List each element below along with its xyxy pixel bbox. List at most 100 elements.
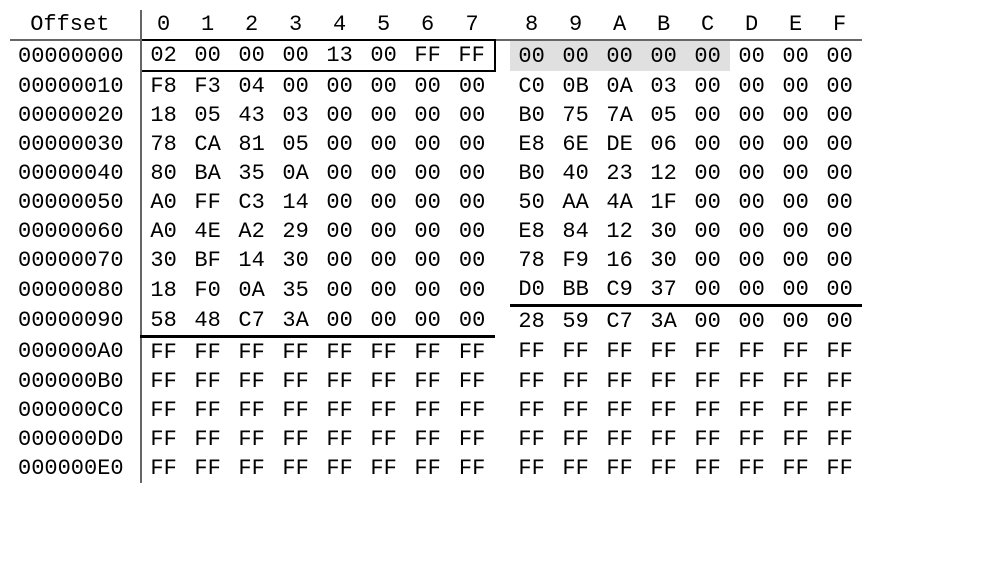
offset-value: 00000090 — [10, 306, 141, 337]
hex-byte: FF — [510, 425, 554, 454]
hex-byte: 00 — [362, 130, 406, 159]
hex-byte: F9 — [554, 246, 598, 275]
table-row: 000000A0FFFFFFFFFFFFFFFFFFFFFFFFFFFFFFFF — [10, 336, 862, 367]
hex-byte: FF — [186, 425, 230, 454]
hex-byte: FF — [774, 336, 818, 367]
hex-byte: 29 — [274, 217, 318, 246]
hex-byte: FF — [362, 396, 406, 425]
hex-byte: FF — [274, 367, 318, 396]
hex-byte: FF — [186, 336, 230, 367]
hex-byte: 06 — [642, 130, 686, 159]
hex-byte: AA — [554, 188, 598, 217]
hex-byte: FF — [818, 367, 862, 396]
hex-byte: FF — [230, 336, 274, 367]
hex-byte: FF — [230, 396, 274, 425]
hex-byte: FF — [554, 336, 598, 367]
hex-byte: 0A — [274, 159, 318, 188]
hex-byte: 00 — [818, 275, 862, 306]
hex-byte: 50 — [510, 188, 554, 217]
hex-byte: 0A — [598, 71, 642, 101]
offset-value: 000000C0 — [10, 396, 141, 425]
hex-byte: 00 — [686, 188, 730, 217]
hex-byte: 00 — [450, 130, 495, 159]
hex-byte: FF — [554, 425, 598, 454]
hex-byte: 3A — [274, 306, 318, 337]
hex-byte: FF — [186, 396, 230, 425]
hex-byte: 00 — [318, 188, 362, 217]
table-row: 0000004080BA350A00000000B040231200000000 — [10, 159, 862, 188]
col-header: 0 — [141, 10, 186, 40]
hex-byte: FF — [510, 396, 554, 425]
hex-byte: FF — [730, 396, 774, 425]
hex-byte: FF — [230, 425, 274, 454]
hex-byte: 00 — [318, 246, 362, 275]
gap — [495, 367, 510, 396]
table-row: 000000905848C73A000000002859C73A00000000 — [10, 306, 862, 337]
table-row: 000000B0FFFFFFFFFFFFFFFFFFFFFFFFFFFFFFFF — [10, 367, 862, 396]
hex-byte: 00 — [818, 217, 862, 246]
hex-byte: 4E — [186, 217, 230, 246]
hex-byte: 0B — [554, 71, 598, 101]
hex-byte: 00 — [406, 246, 450, 275]
col-header: 4 — [318, 10, 362, 40]
hex-byte: 00 — [362, 306, 406, 337]
hex-byte: 37 — [642, 275, 686, 306]
hex-byte: 00 — [818, 246, 862, 275]
hex-byte: FF — [141, 367, 186, 396]
hex-byte: FF — [642, 454, 686, 483]
hex-byte: BF — [186, 246, 230, 275]
hex-byte: F0 — [186, 275, 230, 306]
hex-byte: FF — [141, 454, 186, 483]
hex-byte: 1F — [642, 188, 686, 217]
hex-byte: 00 — [450, 217, 495, 246]
hex-byte: FF — [730, 454, 774, 483]
offset-value: 00000080 — [10, 275, 141, 306]
hex-byte: FF — [230, 367, 274, 396]
hex-byte: 00 — [686, 246, 730, 275]
table-row: 000000C0FFFFFFFFFFFFFFFFFFFFFFFFFFFFFFFF — [10, 396, 862, 425]
table-row: 00000000020000001300FFFF0000000000000000 — [10, 40, 862, 71]
hex-byte: 00 — [686, 159, 730, 188]
hex-byte: FF — [598, 454, 642, 483]
hex-byte: FF — [450, 367, 495, 396]
hex-byte: 00 — [274, 40, 318, 71]
hex-byte: 00 — [730, 101, 774, 130]
hex-byte: 6E — [554, 130, 598, 159]
col-header: F — [818, 10, 862, 40]
hex-byte: C7 — [230, 306, 274, 337]
hex-byte: 00 — [730, 246, 774, 275]
hex-byte: FF — [186, 367, 230, 396]
hex-byte: 00 — [362, 40, 406, 71]
hex-byte: 00 — [362, 217, 406, 246]
hex-byte: C7 — [598, 306, 642, 337]
hex-dump-table: Offset 0 1 2 3 4 5 6 7 8 9 A B C D E F 0… — [10, 10, 862, 483]
hex-byte: 12 — [598, 217, 642, 246]
hex-byte: FF — [274, 425, 318, 454]
hex-byte: FF — [818, 336, 862, 367]
offset-value: 000000E0 — [10, 454, 141, 483]
hex-byte: FF — [274, 396, 318, 425]
hex-byte: 03 — [274, 101, 318, 130]
col-header: 8 — [510, 10, 554, 40]
col-header: C — [686, 10, 730, 40]
hex-byte: 00 — [686, 71, 730, 101]
hex-byte: FF — [406, 367, 450, 396]
hex-byte: 00 — [406, 159, 450, 188]
hex-byte: FF — [598, 336, 642, 367]
hex-byte: 00 — [362, 71, 406, 101]
hex-byte: A2 — [230, 217, 274, 246]
hex-byte: FF — [642, 396, 686, 425]
hex-byte: 04 — [230, 71, 274, 101]
hex-byte: 3A — [642, 306, 686, 337]
hex-byte: 00 — [686, 130, 730, 159]
gap — [495, 71, 510, 101]
gap — [495, 101, 510, 130]
hex-byte: 78 — [141, 130, 186, 159]
offset-value: 00000030 — [10, 130, 141, 159]
gap — [495, 425, 510, 454]
hex-byte: 35 — [230, 159, 274, 188]
hex-byte: 00 — [686, 40, 730, 71]
hex-byte: 05 — [274, 130, 318, 159]
gap — [495, 275, 510, 306]
hex-byte: 00 — [450, 71, 495, 101]
